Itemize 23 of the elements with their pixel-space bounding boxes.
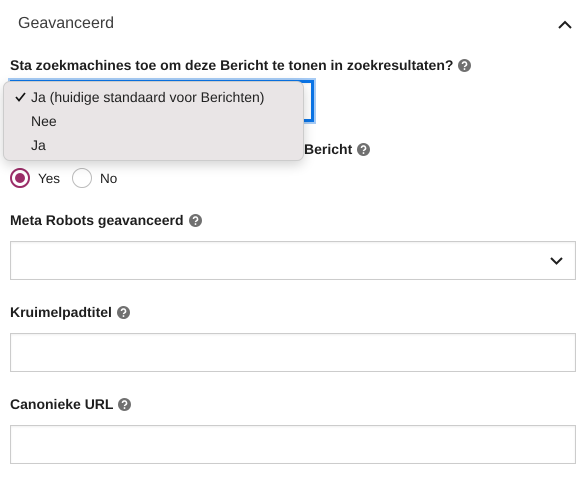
field-label: Canonieke URL [10,396,114,412]
field-label: Sta zoekmachines toe om deze Bericht te tonen in zoekresultaten? [10,57,454,73]
field-label: Meta Robots geavanceerd [10,212,184,228]
help-icon[interactable] [188,214,202,226]
field-label: Bericht [304,141,352,157]
radio-label: No [100,170,118,186]
menu-option[interactable]: Ja [4,133,303,157]
menu-option[interactable]: Ja (huidige standaard voor Berichten) [4,85,303,109]
input-field[interactable] [10,425,576,464]
section-title: Geavanceerd [18,15,114,33]
help-icon[interactable] [357,142,370,156]
radio-button[interactable] [10,168,30,188]
help-icon[interactable] [458,58,472,72]
menu-option[interactable]: Nee [4,109,303,133]
select-field[interactable] [10,241,576,280]
help-icon[interactable] [116,306,130,318]
input-field[interactable] [10,333,576,372]
help-icon[interactable] [118,398,132,410]
radio-label: Yes [38,170,60,186]
field-label: Kruimelpadtitel [10,304,112,320]
chevron-up-icon[interactable] [558,20,572,28]
chevron-down-icon [550,256,563,264]
radio-button[interactable] [72,168,92,188]
